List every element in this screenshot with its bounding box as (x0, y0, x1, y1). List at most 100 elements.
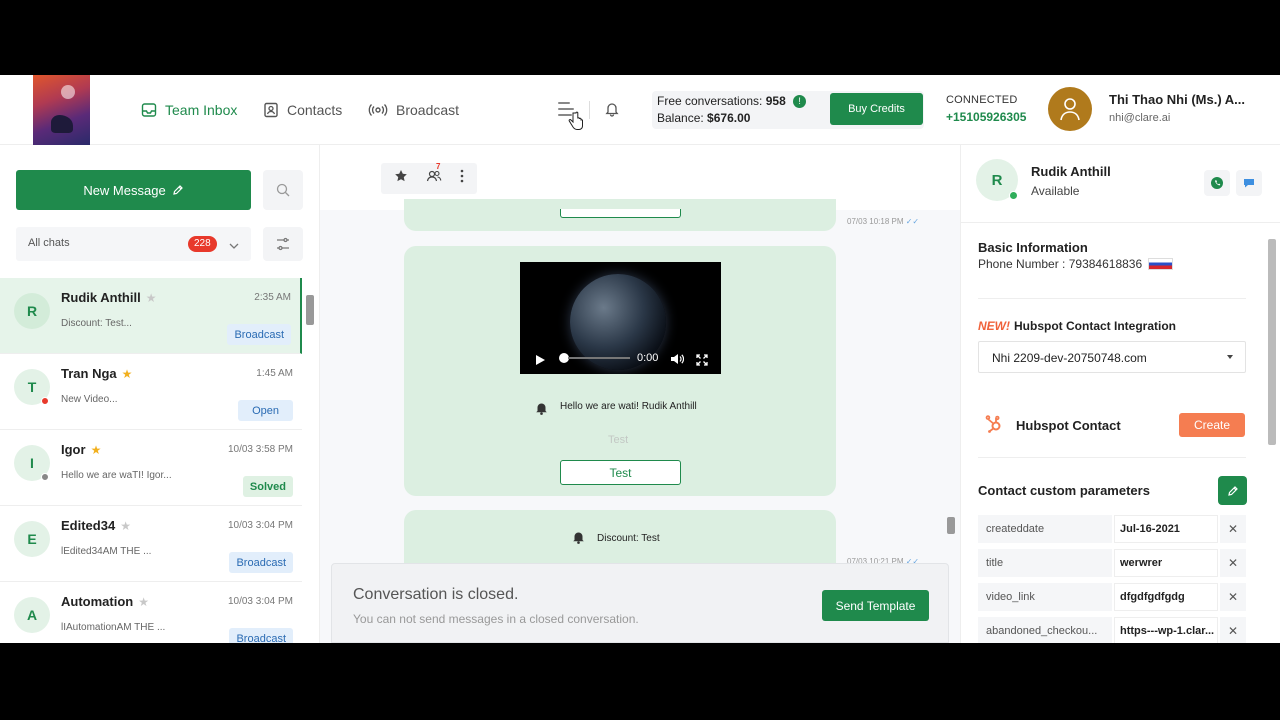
phone-label: Phone Number : (978, 257, 1066, 271)
balance-label: Balance: (657, 111, 704, 125)
chat-list-item[interactable]: R Rudik Anthill ★ 2:35 AM Discount: Test... B… (0, 278, 302, 354)
video-time: 0:00 (637, 352, 659, 364)
logo-moon (61, 85, 75, 99)
edit-parameters-button[interactable] (1218, 476, 1247, 505)
info-icon[interactable]: ! (793, 94, 807, 108)
divider (978, 457, 1246, 458)
more-vertical-icon[interactable] (460, 169, 464, 188)
remove-parameter-icon[interactable]: ✕ (1220, 549, 1246, 577)
message-button[interactable] (560, 209, 681, 218)
chat-list-item[interactable]: A Automation ★ 10/03 3:04 PM lIAutomationAM … (0, 582, 302, 643)
details-scrollbar[interactable] (1268, 239, 1276, 445)
video-controls: 0:00 (520, 344, 721, 374)
chat-name: Automation ★ (61, 594, 149, 609)
parameter-row: video_link dfgdfgdfgdg ✕ (978, 583, 1246, 611)
notifications-bell-icon[interactable] (604, 101, 620, 122)
chat-status-tag: Broadcast (229, 628, 293, 643)
hubspot-account-select[interactable]: Nhi 2209-dev-20750748.com (978, 341, 1246, 373)
pencil-icon (1227, 485, 1238, 496)
contact-details-panel: R Rudik Anthill Available Basic Informat… (960, 145, 1280, 643)
search-button[interactable] (263, 170, 303, 210)
chat-preview: lEdited34AM THE ... (61, 546, 152, 557)
contact-avatar: R (14, 293, 50, 329)
chat-list-item[interactable]: E Edited34 ★ 10/03 3:04 PM lEdited34AM THE .… (0, 506, 302, 582)
new-message-button[interactable]: New Message (16, 170, 251, 210)
user-avatar[interactable] (1048, 87, 1092, 131)
chevron-down-icon (229, 238, 239, 256)
nav-broadcast[interactable]: Broadcast (368, 99, 459, 121)
test-button[interactable]: Test (560, 460, 681, 485)
parameter-value[interactable]: https---wp-1.clar... (1114, 617, 1218, 643)
hubspot-icon (984, 414, 1004, 439)
filter-settings-button[interactable] (263, 227, 303, 261)
conversation-closed-notice: Conversation is closed. You can not send… (331, 563, 949, 643)
video-player[interactable]: 0:00 (520, 262, 721, 374)
chat-preview: lIAutomationAM THE ... (61, 622, 166, 633)
message-bubble: Discount: Test (404, 510, 836, 570)
chat-bubble-icon[interactable] (1236, 170, 1262, 196)
balance-value: $676.00 (707, 111, 751, 125)
play-icon[interactable] (534, 353, 546, 371)
nav-team-inbox-label: Team Inbox (165, 102, 238, 118)
parameter-key: createddate (978, 515, 1112, 543)
status-dot (41, 473, 49, 481)
contacts-icon (263, 102, 279, 118)
parameter-row: createddate Jul-16-2021 ✕ (978, 515, 1246, 543)
chat-name: Rudik Anthill ★ (61, 290, 157, 305)
chat-preview: New Video... (61, 394, 118, 405)
hubspot-account-value: Nhi 2209-dev-20750748.com (992, 351, 1147, 365)
nav-contacts[interactable]: Contacts (263, 99, 342, 121)
message-bubble-video: 0:00 Hello we are wati! Rudik Anthill Te… (404, 246, 836, 496)
star-icon[interactable]: ★ (138, 595, 149, 609)
closed-title: Conversation is closed. (353, 586, 519, 603)
parameter-key: abandoned_checkou... (978, 617, 1112, 643)
custom-parameters-title: Contact custom parameters (978, 483, 1150, 498)
star-icon[interactable] (394, 169, 408, 188)
star-icon[interactable]: ★ (146, 291, 157, 305)
sliders-icon (277, 237, 289, 251)
message-bubble (404, 199, 836, 231)
parameter-value[interactable]: werwrer (1114, 549, 1218, 577)
remove-parameter-icon[interactable]: ✕ (1220, 583, 1246, 611)
contact-header: R Rudik Anthill Available (961, 145, 1280, 223)
message-text: Hello we are wati! Rudik Anthill (560, 401, 697, 412)
buy-credits-button[interactable]: Buy Credits (830, 93, 923, 125)
user-name[interactable]: Thi Thao Nhi (Ms.) A... (1109, 92, 1245, 107)
chat-name: Igor ★ (61, 442, 102, 457)
chat-list-item[interactable]: T Tran Nga ★ 1:45 AM New Video... Open (0, 354, 302, 430)
participants-icon[interactable]: 7 (426, 162, 442, 188)
hubspot-contact-label: Hubspot Contact (1016, 418, 1121, 433)
parameter-value[interactable]: dfgdfgdfgdg (1114, 583, 1218, 611)
remove-parameter-icon[interactable]: ✕ (1220, 515, 1246, 543)
contact-avatar: E (14, 521, 50, 557)
chat-list-item[interactable]: I Igor ★ 10/03 3:58 PM Hello we are waTI! Ig… (0, 430, 302, 506)
contact-status: Available (1031, 184, 1080, 198)
whatsapp-icon[interactable] (1204, 170, 1230, 196)
chat-time: 10/03 3:58 PM (227, 444, 293, 455)
star-icon[interactable]: ★ (91, 443, 102, 457)
free-conversations: Free conversations: 958 ! (657, 94, 807, 108)
star-icon[interactable]: ★ (122, 367, 133, 381)
chat-list-scrollbar[interactable] (306, 295, 314, 325)
parameter-key: video_link (978, 583, 1112, 611)
brand-logo[interactable] (33, 75, 90, 145)
top-bar: Team Inbox Contacts Broadcast Free conve… (0, 75, 1280, 145)
bell-icon (572, 530, 585, 549)
user-icon (1060, 98, 1080, 121)
star-icon[interactable]: ★ (120, 519, 131, 533)
create-hubspot-contact-button[interactable]: Create (1179, 413, 1245, 437)
nav-broadcast-label: Broadcast (396, 102, 460, 118)
parameter-value[interactable]: Jul-16-2021 (1114, 515, 1218, 543)
message-faded-text: Test (608, 434, 629, 446)
fullscreen-icon[interactable] (696, 353, 708, 371)
remove-parameter-icon[interactable]: ✕ (1220, 617, 1246, 643)
video-seek-track[interactable] (568, 357, 630, 359)
bell-icon (535, 401, 548, 420)
chat-filter-select[interactable]: All chats 228 (16, 227, 251, 261)
nav-team-inbox[interactable]: Team Inbox (141, 99, 237, 121)
send-template-button[interactable]: Send Template (822, 590, 929, 621)
volume-icon[interactable] (670, 352, 685, 371)
chat-status-tag: Solved (242, 476, 293, 497)
conversation-scrollbar[interactable] (947, 517, 955, 534)
phone-value: 79384618836 (1068, 257, 1143, 271)
